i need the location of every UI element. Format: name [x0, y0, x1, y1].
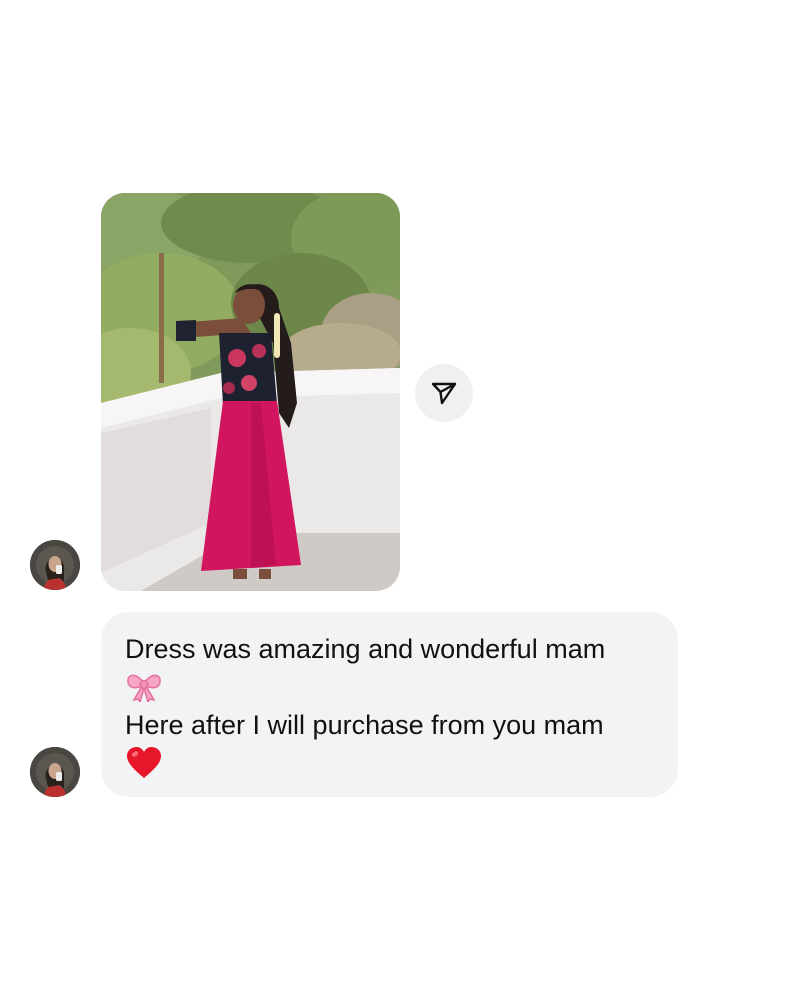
heart-icon: [127, 747, 161, 778]
paper-plane-share-icon: [431, 382, 457, 405]
ribbon-emoji: [125, 668, 654, 706]
text-message-bubble[interactable]: Dress was amazing and wonderful mam Here…: [101, 612, 678, 797]
message-text-line-2: Here after I will purchase from you mam: [125, 710, 604, 740]
share-button[interactable]: [415, 364, 473, 422]
heart-emoji: [125, 744, 654, 782]
profile-avatar-icon: [30, 540, 80, 590]
message-text-line-1: Dress was amazing and wonderful mam: [125, 634, 606, 664]
sender-avatar[interactable]: [30, 747, 80, 797]
ribbon-icon: [127, 674, 161, 702]
sender-avatar[interactable]: [30, 540, 80, 590]
message-photo: [101, 193, 400, 591]
profile-avatar-icon: [30, 747, 80, 797]
photo-message[interactable]: [101, 193, 400, 591]
